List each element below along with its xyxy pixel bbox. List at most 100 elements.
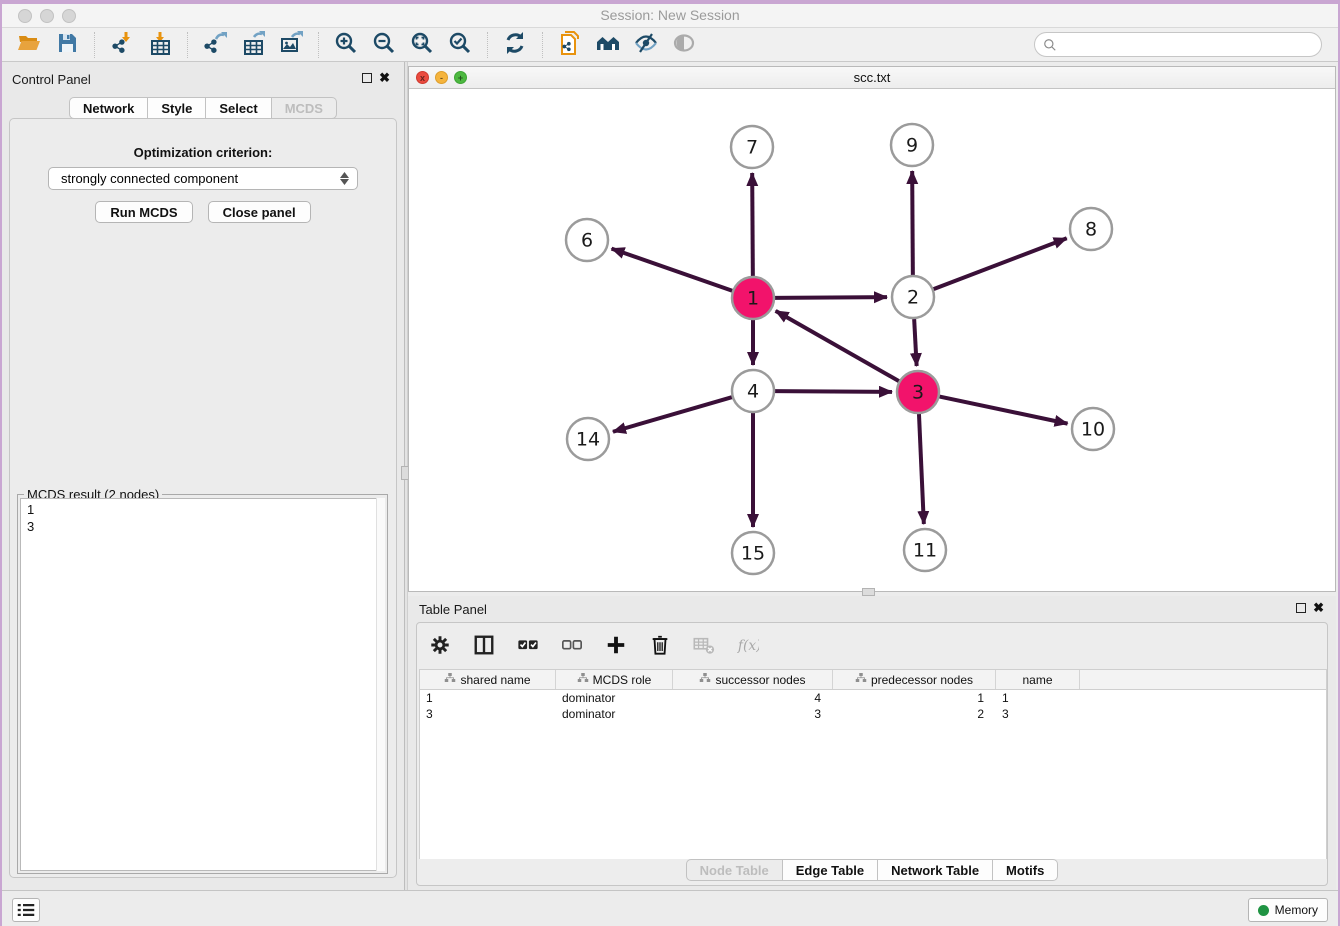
- cell-name[interactable]: 3: [996, 706, 1080, 722]
- task-history-button[interactable]: [12, 898, 40, 922]
- cell-MCDS-role[interactable]: dominator: [556, 706, 673, 722]
- first-neighbors-icon: [596, 31, 620, 58]
- edge-2-3[interactable]: [914, 319, 916, 366]
- node-label-10: 10: [1081, 419, 1105, 441]
- table-panel-close-icon[interactable]: ✖: [1313, 603, 1324, 613]
- network-window-titlebar[interactable]: x - + scc.txt: [409, 67, 1335, 89]
- close-panel-button[interactable]: Close panel: [208, 201, 311, 223]
- mcds-result-textarea[interactable]: 1 3: [20, 498, 385, 871]
- select-all-columns-button[interactable]: [513, 631, 543, 661]
- toggle-panel-button[interactable]: [469, 631, 499, 661]
- run-mcds-button[interactable]: Run MCDS: [95, 201, 192, 223]
- edge-3-11[interactable]: [919, 414, 924, 524]
- toolbar-separator: [318, 32, 319, 58]
- tab-motifs[interactable]: Motifs: [993, 859, 1058, 881]
- node-label-6: 6: [581, 230, 593, 252]
- node-15[interactable]: 15: [732, 532, 774, 574]
- zoom-out-button[interactable]: [365, 30, 403, 60]
- edge-1-6[interactable]: [612, 249, 733, 291]
- edge-3-10[interactable]: [940, 397, 1068, 424]
- edge-2-9[interactable]: [912, 171, 913, 275]
- tab-network[interactable]: Network: [69, 97, 148, 119]
- svg-text:f(x): f(x): [737, 638, 759, 654]
- horizontal-split-grabber[interactable]: [862, 588, 875, 596]
- edge-2-8[interactable]: [934, 238, 1067, 289]
- cell-shared-name[interactable]: 3: [420, 706, 556, 722]
- node-6[interactable]: 6: [566, 219, 608, 261]
- show-all-button[interactable]: [665, 30, 703, 60]
- open-file-button[interactable]: [10, 30, 48, 60]
- cell-MCDS-role[interactable]: dominator: [556, 690, 673, 706]
- network-canvas[interactable]: 1 2 3 4 6 7 8 9 10 11 14 15: [409, 89, 1335, 591]
- tab-network-table[interactable]: Network Table: [878, 859, 993, 881]
- zoom-in-button[interactable]: [327, 30, 365, 60]
- edge-1-2[interactable]: [775, 297, 887, 298]
- table-settings-button[interactable]: [425, 631, 455, 661]
- export-image-button[interactable]: [272, 30, 310, 60]
- zoom-out-icon: [372, 31, 396, 58]
- tab-style[interactable]: Style: [148, 97, 206, 119]
- node-2[interactable]: 2: [892, 276, 934, 318]
- column-header-successor-nodes[interactable]: successor nodes: [673, 670, 833, 689]
- node-label-7: 7: [746, 137, 758, 159]
- cell-shared-name[interactable]: 1: [420, 690, 556, 706]
- table-row[interactable]: 1dominator411: [420, 690, 1326, 706]
- column-label: successor nodes: [715, 673, 805, 687]
- node-1[interactable]: 1: [732, 277, 774, 319]
- mcds-result-groupbox: MCDS result (2 nodes) 1 3: [17, 494, 388, 874]
- clone-network-button[interactable]: [551, 30, 589, 60]
- column-header-shared-name[interactable]: shared name: [420, 670, 556, 689]
- search-field[interactable]: [1034, 32, 1322, 57]
- result-scrollbar[interactable]: [376, 498, 385, 871]
- cell-successor-nodes[interactable]: 3: [673, 706, 833, 722]
- import-table-button[interactable]: [141, 30, 179, 60]
- cell-name[interactable]: 1: [996, 690, 1080, 706]
- apply-layout-button[interactable]: [496, 30, 534, 60]
- zoom-fit-button[interactable]: [403, 30, 441, 60]
- column-header-MCDS-role[interactable]: MCDS role: [556, 670, 673, 689]
- first-neighbors-button[interactable]: [589, 30, 627, 60]
- network-view-window: x - + scc.txt 1 2 3 4 6 7 8 9 10 11 14 15: [408, 66, 1336, 592]
- titlebar[interactable]: Session: New Session: [2, 4, 1338, 28]
- criterion-dropdown[interactable]: strongly connected component: [48, 167, 358, 190]
- node-11[interactable]: 11: [904, 529, 946, 571]
- node-label-15: 15: [741, 543, 765, 565]
- column-label: predecessor nodes: [871, 673, 973, 687]
- memory-button[interactable]: Memory: [1248, 898, 1328, 922]
- node-9[interactable]: 9: [891, 124, 933, 166]
- zoom-selected-button[interactable]: [441, 30, 479, 60]
- table-row[interactable]: 3dominator323: [420, 706, 1326, 722]
- cell-successor-nodes[interactable]: 4: [673, 690, 833, 706]
- delete-column-button[interactable]: [645, 631, 675, 661]
- unselect-all-columns-button[interactable]: [557, 631, 587, 661]
- hide-selected-button[interactable]: [627, 30, 665, 60]
- node-3[interactable]: 3: [897, 371, 939, 413]
- edge-4-14[interactable]: [613, 397, 732, 432]
- tab-mcds[interactable]: MCDS: [272, 97, 337, 119]
- control-panel-float-icon[interactable]: [362, 73, 372, 83]
- import-network-button[interactable]: [103, 30, 141, 60]
- column-header-predecessor-nodes[interactable]: predecessor nodes: [833, 670, 996, 689]
- table-panel-float-icon[interactable]: [1296, 603, 1306, 613]
- tab-select[interactable]: Select: [206, 97, 271, 119]
- edge-1-7[interactable]: [752, 173, 753, 276]
- cell-predecessor-nodes[interactable]: 2: [833, 706, 996, 722]
- node-4[interactable]: 4: [732, 370, 774, 412]
- tab-edge-table[interactable]: Edge Table: [783, 859, 878, 881]
- cell-predecessor-nodes[interactable]: 1: [833, 690, 996, 706]
- tab-node-table[interactable]: Node Table: [686, 859, 783, 881]
- node-10[interactable]: 10: [1072, 408, 1114, 450]
- node-14[interactable]: 14: [567, 418, 609, 460]
- export-table-button[interactable]: [234, 30, 272, 60]
- node-7[interactable]: 7: [731, 126, 773, 168]
- search-input[interactable]: [1063, 38, 1313, 52]
- apply-layout-icon: [503, 31, 527, 58]
- export-network-button[interactable]: [196, 30, 234, 60]
- save-session-button[interactable]: [48, 30, 86, 60]
- control-panel-close-icon[interactable]: ✖: [379, 73, 390, 83]
- edge-3-1[interactable]: [776, 311, 899, 381]
- column-header-name[interactable]: name: [996, 670, 1080, 689]
- edge-4-3[interactable]: [775, 391, 892, 392]
- add-column-button[interactable]: [601, 631, 631, 661]
- node-8[interactable]: 8: [1070, 208, 1112, 250]
